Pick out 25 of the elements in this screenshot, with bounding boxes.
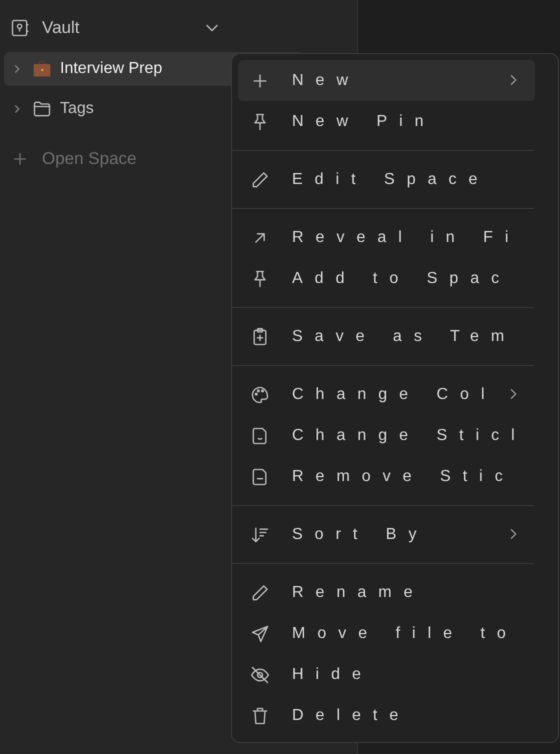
folder-icon <box>32 99 52 119</box>
eye-off-icon <box>250 664 270 684</box>
send-icon <box>250 624 270 644</box>
menu-item[interactable]: New Pin <box>238 101 535 142</box>
menu-item[interactable]: New <box>238 60 535 101</box>
menu-item[interactable]: Hide <box>238 654 535 695</box>
menu-item[interactable]: Change Col <box>238 374 535 415</box>
menu-item[interactable]: Save as Tem <box>238 316 535 357</box>
menu-item[interactable]: Delete <box>238 695 535 736</box>
trash-icon <box>250 706 270 726</box>
menu-item[interactable]: Move file to <box>238 613 535 654</box>
vault-icon <box>10 18 30 38</box>
pencil-icon <box>250 170 270 190</box>
palette-icon <box>250 384 270 404</box>
sort-icon <box>250 524 270 544</box>
menu-item[interactable]: Change Sticl <box>238 415 535 456</box>
menu-item[interactable]: Sort By <box>238 514 535 555</box>
menu-item[interactable]: Reveal in Fi <box>238 217 535 258</box>
pencil-icon <box>250 582 270 602</box>
briefcase-icon <box>32 59 52 79</box>
menu-item[interactable]: Remove Stic <box>238 456 535 497</box>
menu-item[interactable]: Rename <box>238 572 535 613</box>
menu-item[interactable]: Add to Spac <box>238 258 535 299</box>
vault-name[interactable]: Vault <box>42 18 190 38</box>
menu-item[interactable]: Edit Space <box>238 159 535 200</box>
